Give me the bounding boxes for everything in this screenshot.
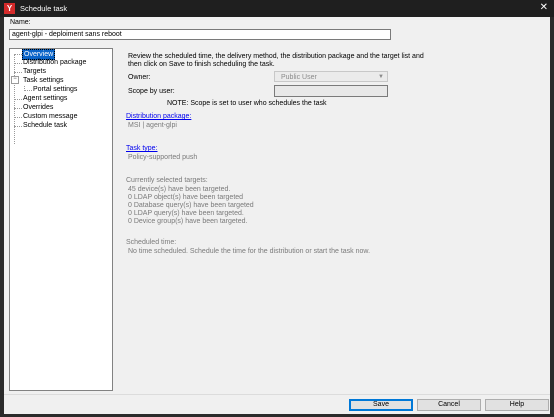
target-line: 0 LDAP query(s) have been targeted. (128, 210, 244, 217)
navigation-tree[interactable]: Overview Distribution package Targets − … (9, 48, 113, 391)
save-button[interactable]: Save (349, 399, 413, 411)
tree-item-portal-settings[interactable]: Portal settings (33, 85, 77, 94)
task-type-link[interactable]: Task type: (126, 145, 158, 152)
close-icon[interactable]: ✕ (540, 2, 548, 13)
dialog-body: Name: Overview Distribution package Targ… (4, 17, 550, 414)
target-line: 0 Database query(s) have been targeted (128, 202, 254, 209)
intro-text-line2: then click on Save to finish scheduling … (128, 61, 275, 68)
tree-connector (14, 126, 22, 127)
intro-text-line1: Review the scheduled time, the delivery … (128, 53, 424, 60)
tree-connector (14, 72, 22, 73)
task-type-value: Policy-supported push (128, 154, 198, 161)
scope-note: NOTE: Scope is set to user who schedules… (167, 100, 327, 107)
chevron-down-icon: ▼ (378, 74, 384, 80)
tree-connector (14, 54, 22, 55)
tree-connector (14, 108, 22, 109)
tree-item-task-settings[interactable]: Task settings (23, 76, 63, 85)
window-title: Schedule task (20, 4, 68, 13)
tree-connector (14, 63, 22, 64)
tree-item-overrides[interactable]: Overrides (23, 103, 53, 112)
scope-label: Scope by user: (128, 88, 175, 95)
tree-connector (14, 99, 22, 100)
tree-connector (24, 90, 32, 91)
owner-value: Public User (281, 74, 317, 81)
target-line: 0 LDAP object(s) have been targeted (128, 194, 244, 201)
name-input[interactable] (9, 29, 391, 40)
title-bar: Y Schedule task ✕ (0, 0, 554, 17)
scheduled-time-value: No time scheduled. Schedule the time for… (128, 248, 371, 255)
button-bar: Save Cancel Help (4, 394, 550, 414)
owner-select[interactable]: Public User ▼ (274, 71, 388, 82)
owner-label: Owner: (128, 74, 151, 81)
app-logo-icon: Y (4, 3, 15, 14)
help-button[interactable]: Help (485, 399, 549, 411)
tree-item-custom-message[interactable]: Custom message (23, 112, 77, 121)
tree-item-agent-settings[interactable]: Agent settings (23, 94, 67, 103)
tree-item-targets[interactable]: Targets (23, 67, 46, 76)
cancel-button[interactable]: Cancel (417, 399, 481, 411)
distribution-package-value: MSI | agent-glpi (128, 122, 177, 129)
tree-item-schedule-task[interactable]: Schedule task (23, 121, 67, 130)
distribution-package-link[interactable]: Distribution package: (126, 113, 191, 120)
target-line: 0 Device group(s) have been targeted. (128, 218, 248, 225)
collapse-icon[interactable]: − (11, 76, 19, 84)
tree-item-distribution-package[interactable]: Distribution package (23, 58, 86, 67)
tree-connector (14, 117, 22, 118)
targets-heading: Currently selected targets: (126, 177, 208, 184)
target-line: 45 device(s) have been targeted. (128, 186, 231, 193)
name-label: Name: (10, 19, 31, 26)
scheduled-time-heading: Scheduled time: (126, 239, 177, 246)
scope-by-user-field[interactable] (274, 85, 388, 97)
